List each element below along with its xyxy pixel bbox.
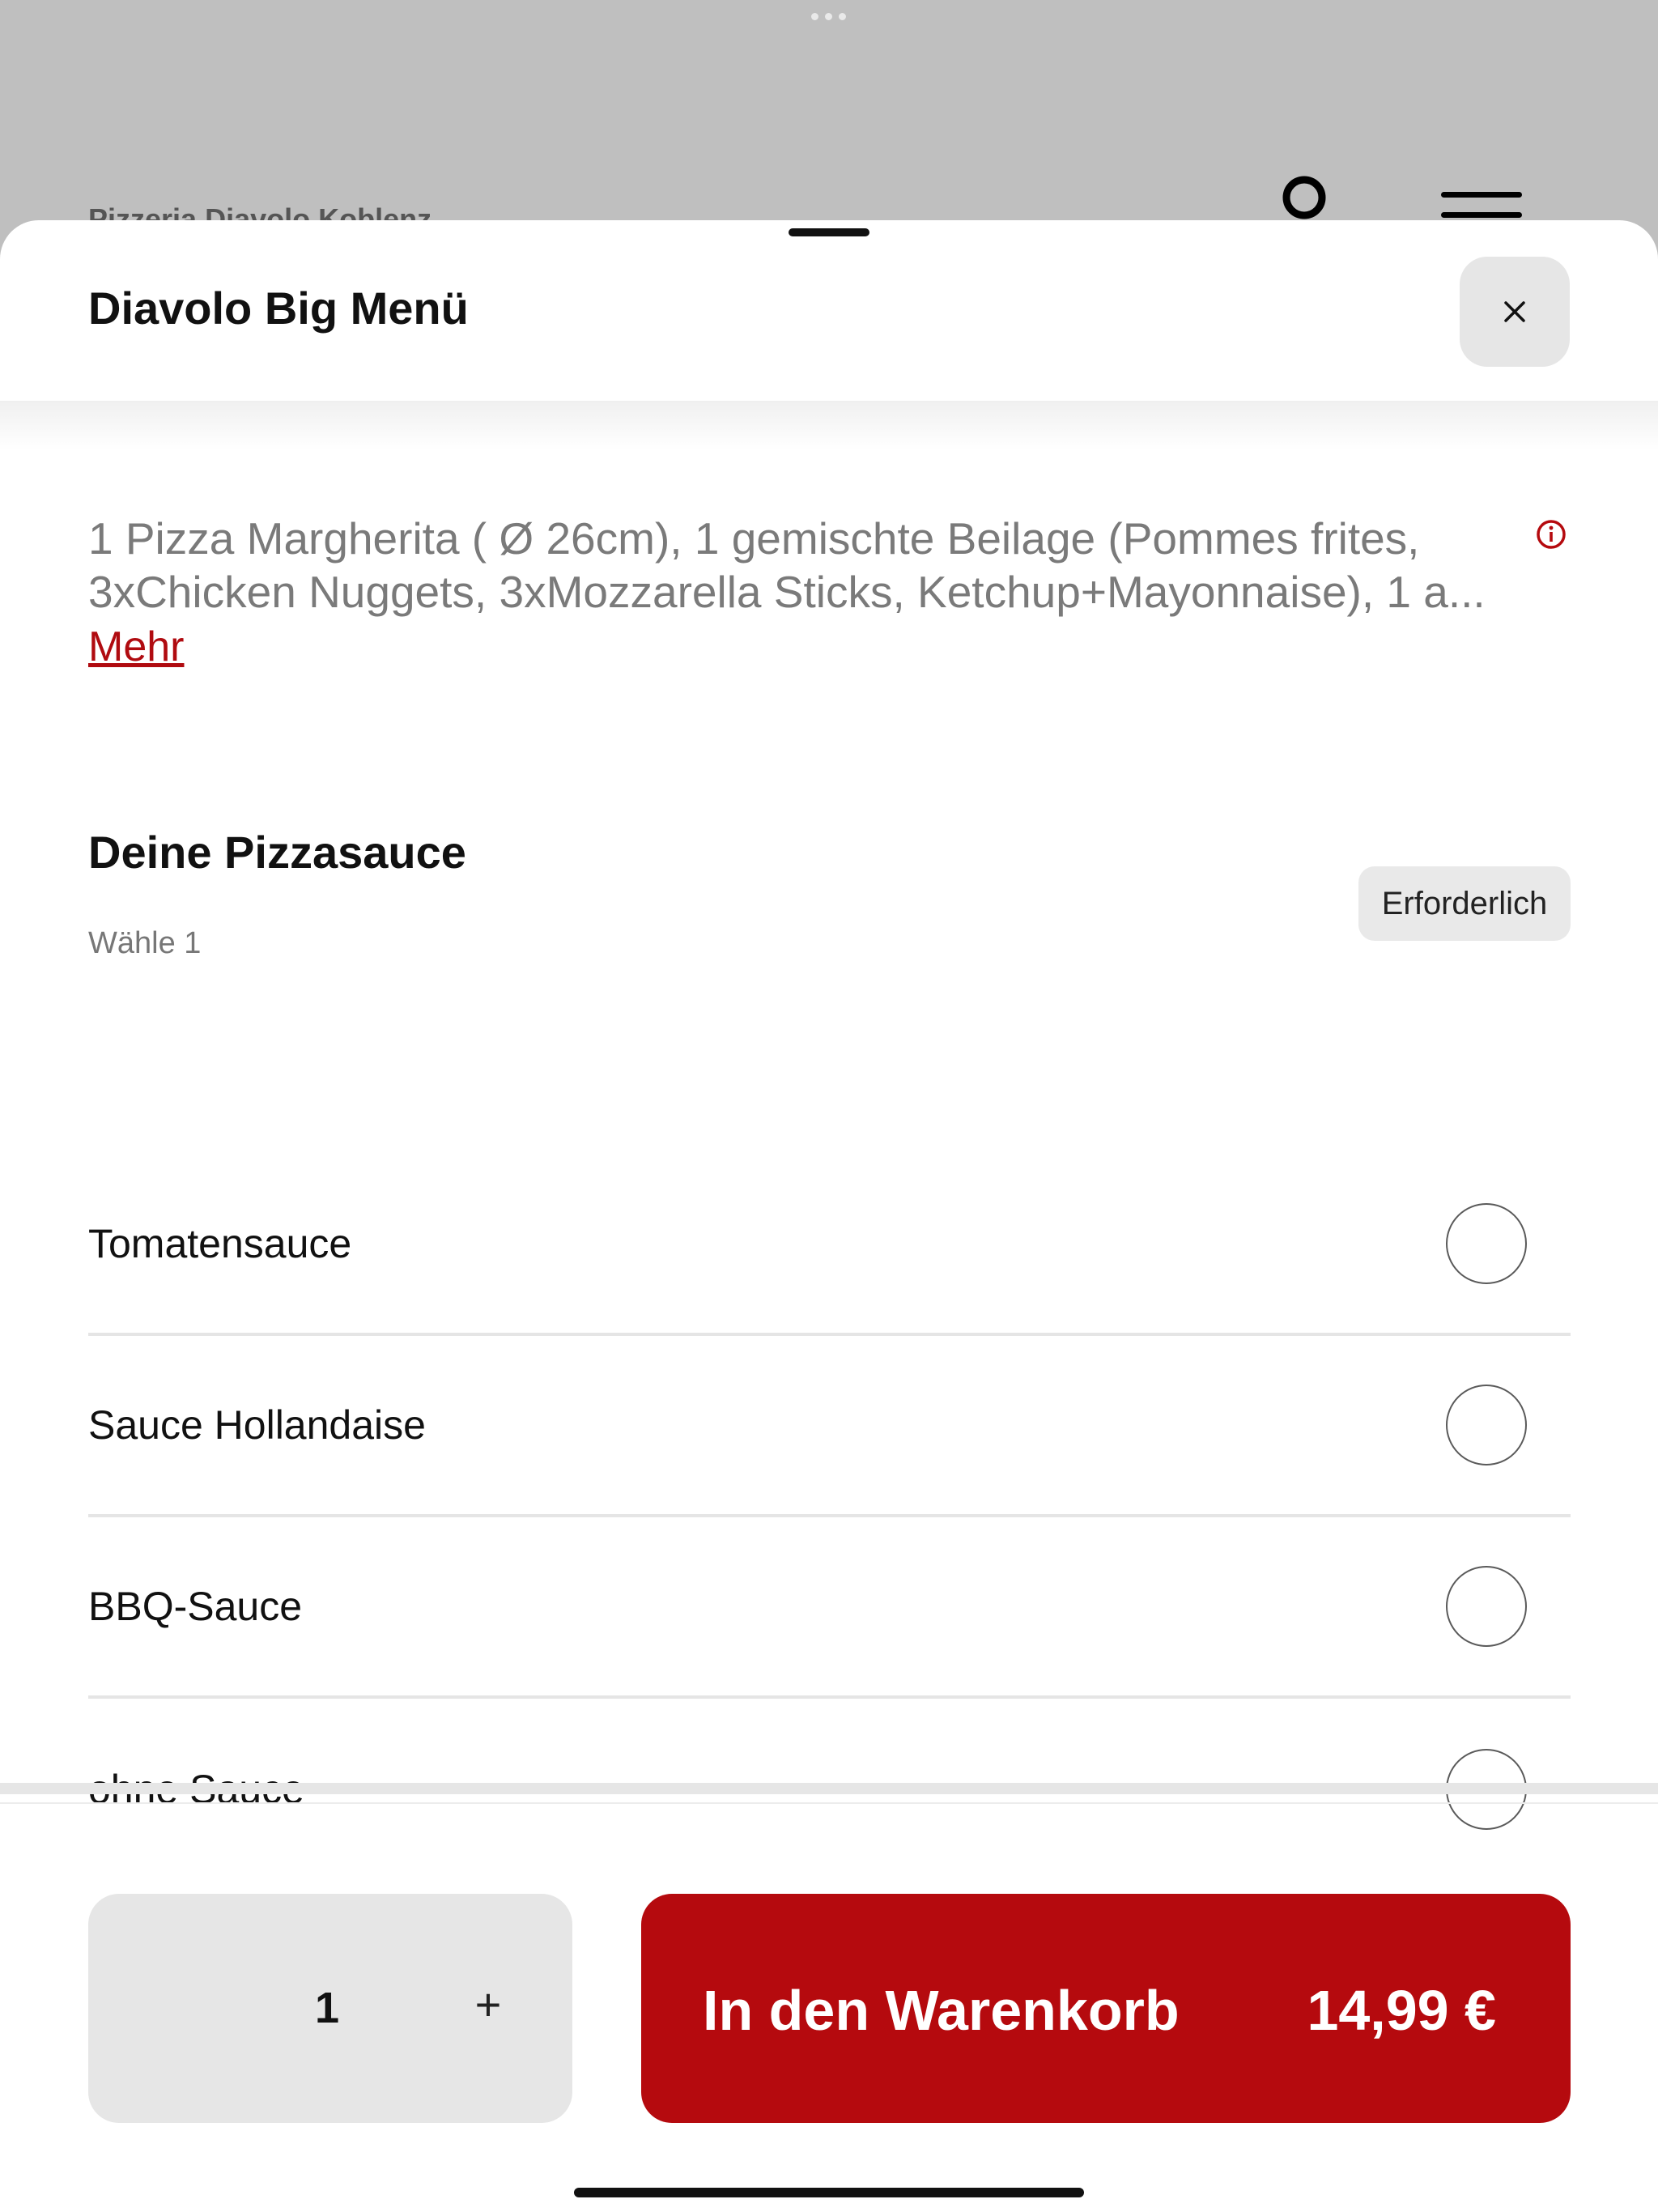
sauce-options: Tomatensauce Sauce Hollandaise BBQ-Sauce…	[88, 1155, 1571, 1880]
option-bbq-sauce[interactable]: BBQ-Sauce	[88, 1517, 1571, 1699]
close-icon	[1504, 301, 1525, 322]
section-title: Deine Pizzasauce	[88, 827, 466, 878]
footer-divider-line	[0, 1802, 1658, 1804]
option-sauce-hollandaise[interactable]: Sauce Hollandaise	[88, 1336, 1571, 1517]
info-icon[interactable]	[1535, 518, 1567, 551]
price-label: 14,99 €	[1307, 1979, 1496, 2042]
footer-divider	[0, 1783, 1658, 1794]
description-text: 1 Pizza Margherita ( Ø 26cm), 1 gemischt…	[88, 513, 1486, 617]
add-to-cart-button[interactable]: In den Warenkorb 14,99 €	[641, 1894, 1571, 2123]
option-label: Tomatensauce	[88, 1221, 352, 1266]
sheet-header: Diavolo Big Menü	[0, 220, 1658, 402]
more-link[interactable]: Mehr	[88, 620, 184, 674]
product-sheet: Diavolo Big Menü 1 Pizza Margherita ( Ø …	[0, 220, 1658, 2212]
option-label: BBQ-Sauce	[88, 1584, 303, 1629]
close-button[interactable]	[1460, 257, 1570, 367]
option-label: Sauce Hollandaise	[88, 1402, 426, 1448]
sheet-title: Diavolo Big Menü	[88, 283, 469, 334]
quantity-value: 1	[315, 1984, 340, 2032]
user-icon[interactable]	[1282, 175, 1327, 220]
window-dots	[811, 13, 846, 20]
quantity-stepper: 1 +	[88, 1894, 572, 2123]
radio-button[interactable]	[1446, 1566, 1527, 1647]
add-to-cart-label: In den Warenkorb	[703, 1979, 1180, 2042]
product-description: 1 Pizza Margherita ( Ø 26cm), 1 gemischt…	[88, 512, 1529, 674]
option-tomatensauce[interactable]: Tomatensauce	[88, 1155, 1571, 1336]
hamburger-menu-icon[interactable]	[1441, 192, 1522, 224]
required-badge: Erforderlich	[1358, 866, 1571, 941]
increase-quantity-button[interactable]: +	[466, 1978, 511, 2031]
home-indicator	[574, 2188, 1084, 2197]
radio-button[interactable]	[1446, 1385, 1527, 1465]
section-subtitle: Wähle 1	[88, 926, 202, 960]
header-shadow	[0, 402, 1658, 450]
radio-button[interactable]	[1446, 1203, 1527, 1284]
